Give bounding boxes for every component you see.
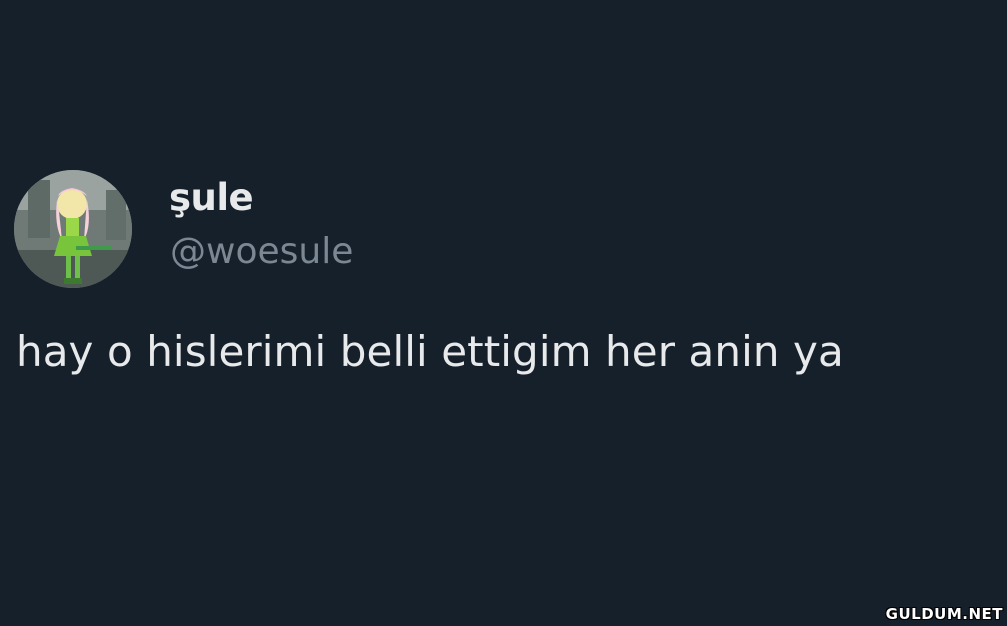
avatar[interactable] — [14, 170, 132, 288]
user-handle[interactable]: @woesule — [170, 232, 353, 272]
display-name[interactable]: şule — [169, 177, 254, 219]
tweet-text: hay o hislerimi belli ettigim her anin y… — [16, 327, 844, 376]
tweet-card: şule @woesule hay o hislerimi belli etti… — [0, 0, 1007, 626]
avatar-image — [14, 170, 132, 288]
watermark: GULDUM.NET — [885, 605, 1003, 623]
